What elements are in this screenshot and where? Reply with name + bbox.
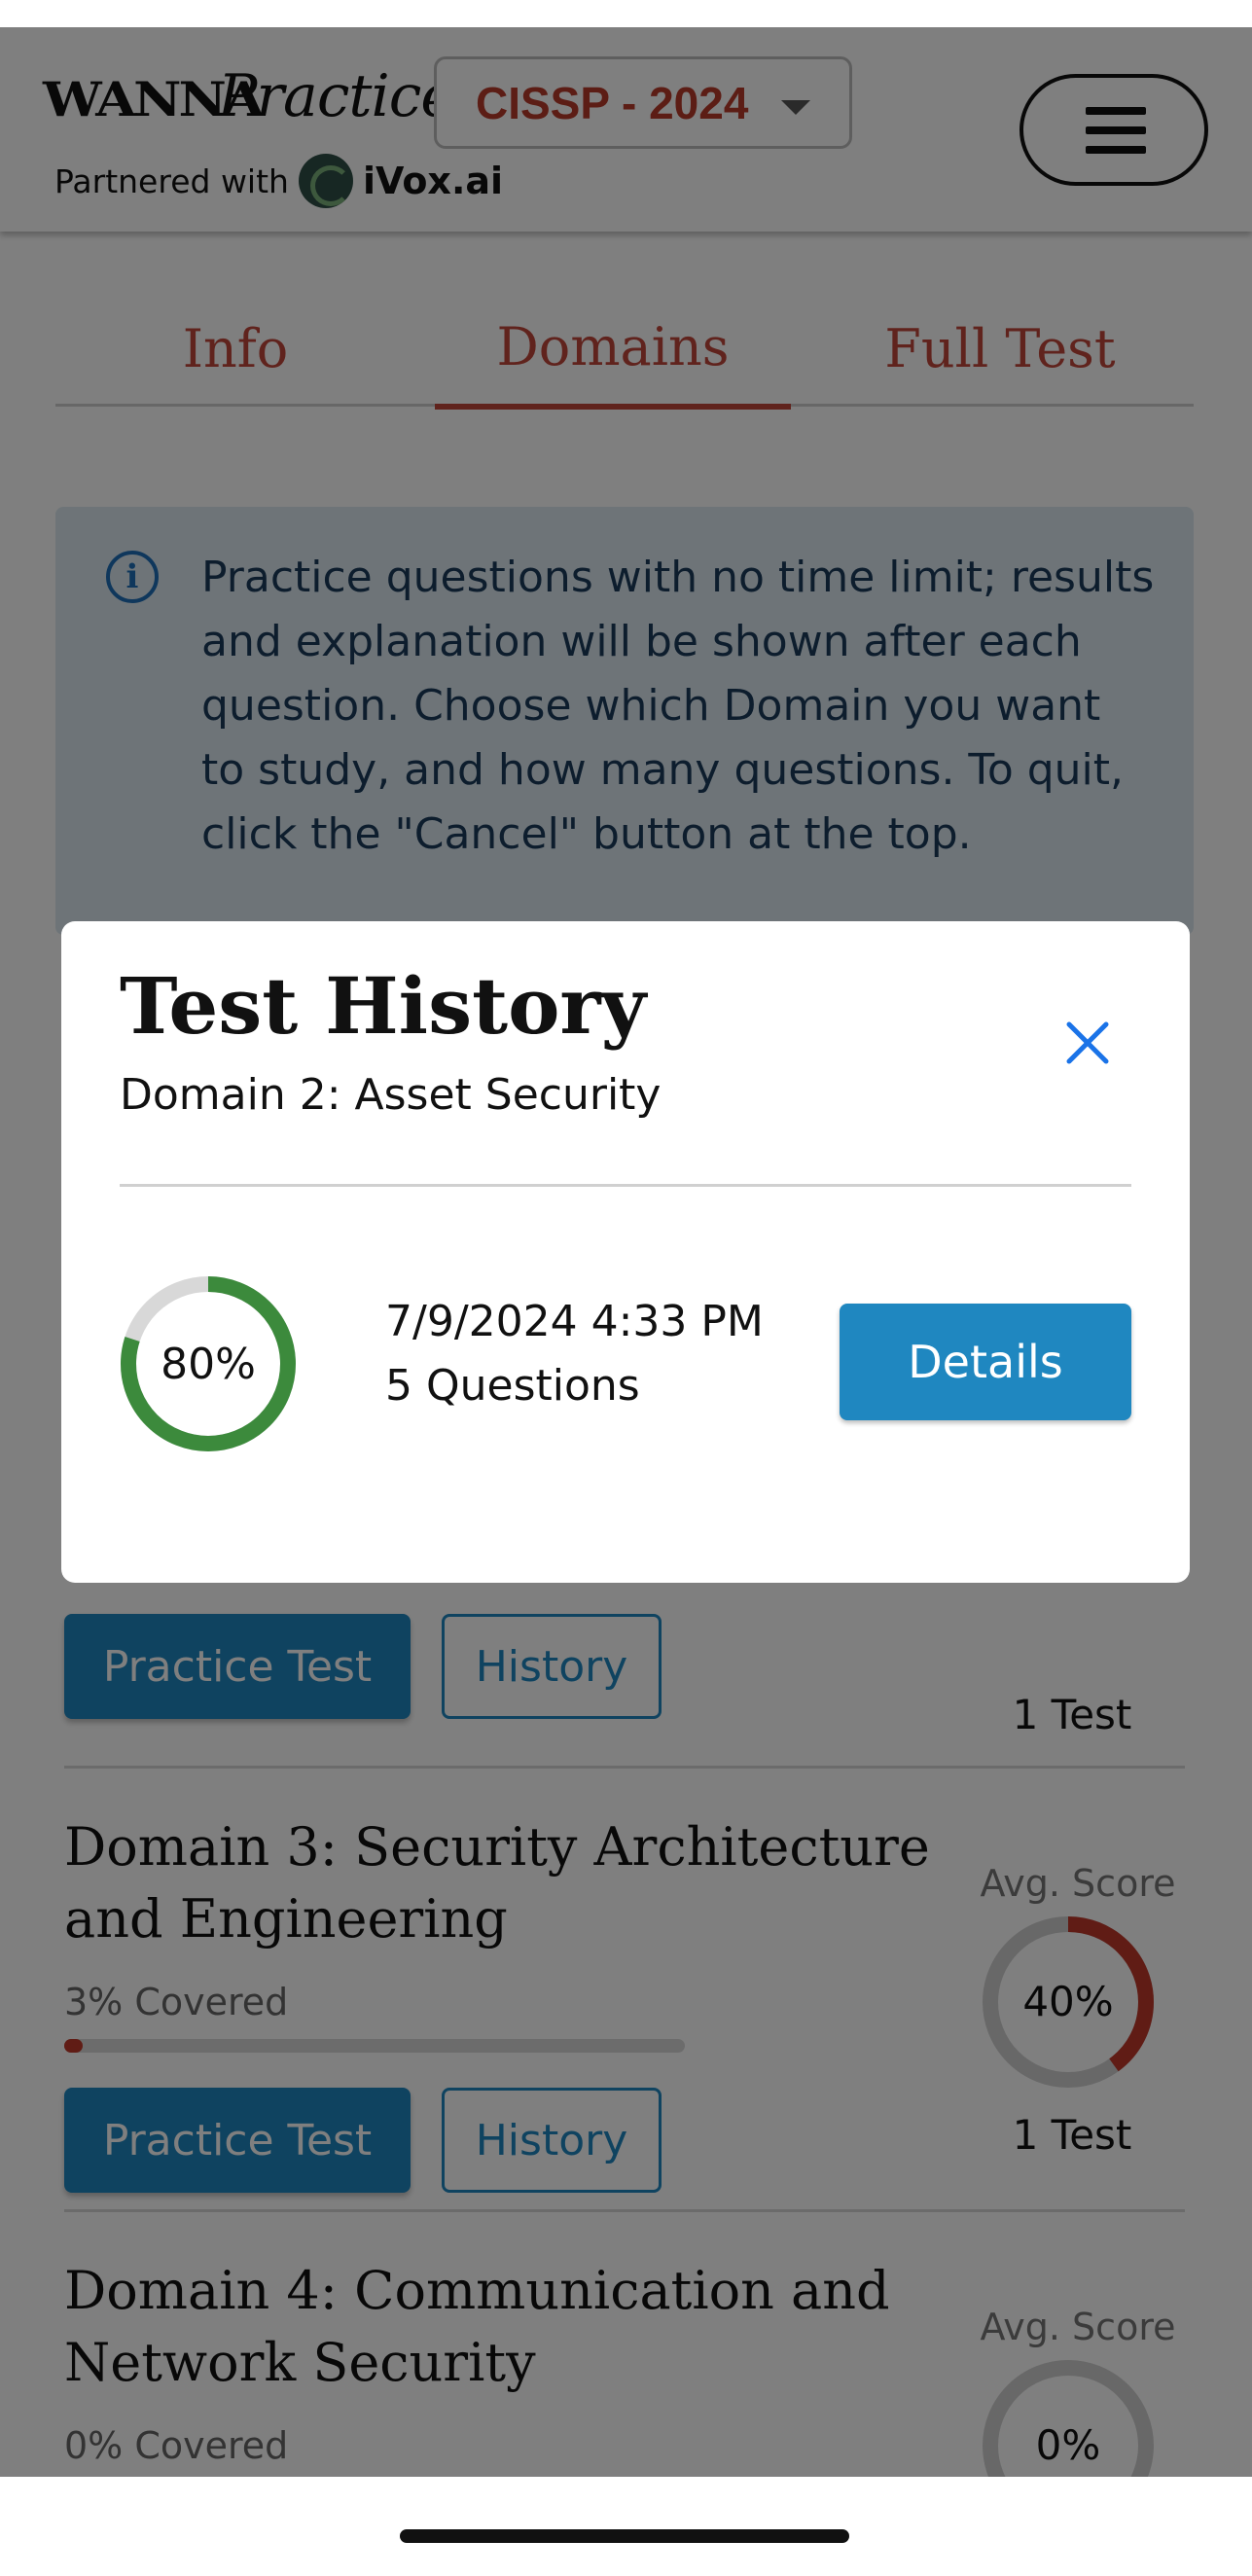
modal-subtitle: Domain 2: Asset Security bbox=[120, 1070, 662, 1120]
close-icon[interactable] bbox=[1063, 1019, 1112, 1067]
home-indicator[interactable] bbox=[400, 2529, 849, 2543]
history-date: 7/9/2024 4:33 PM bbox=[385, 1297, 764, 1346]
test-history-modal: Test History Domain 2: Asset Security 80… bbox=[61, 921, 1190, 1583]
app-screen: WANNA Practice Partnered with iVox.ai CI… bbox=[0, 27, 1252, 2477]
details-button[interactable]: Details bbox=[840, 1304, 1131, 1420]
modal-divider bbox=[120, 1184, 1131, 1187]
modal-title: Test History bbox=[120, 960, 647, 1052]
score-value: 80% bbox=[161, 1339, 256, 1389]
history-questions: 5 Questions bbox=[385, 1361, 640, 1411]
